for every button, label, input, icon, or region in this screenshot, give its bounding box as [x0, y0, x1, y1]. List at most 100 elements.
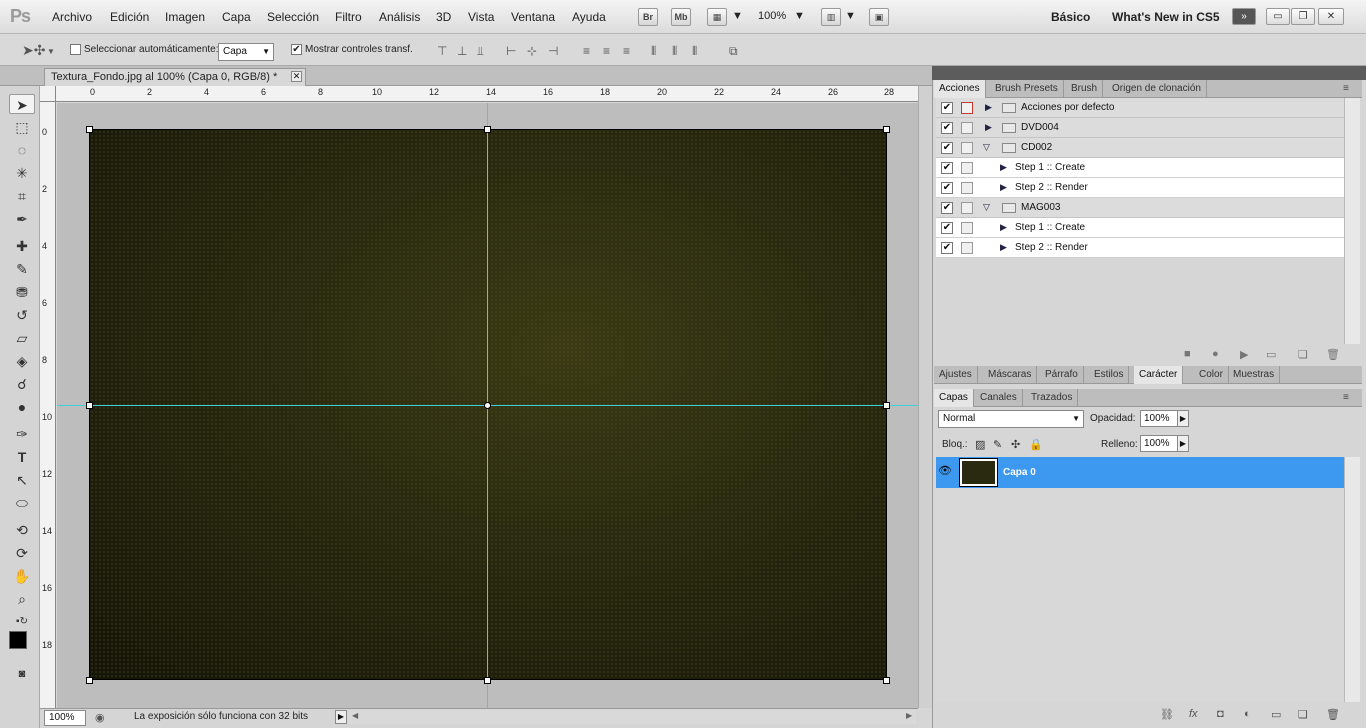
document-tab[interactable]: Textura_Fondo.jpg al 100% (Capa 0, RGB/8…	[44, 68, 306, 86]
dialog-toggle-icon[interactable]	[961, 122, 973, 134]
expand-triangle-icon[interactable]: ▶	[1000, 242, 1007, 253]
quick-mask-icon[interactable]: ◙	[9, 664, 35, 684]
clone-stamp-tool-icon[interactable]: ⛃	[9, 282, 35, 302]
eraser-tool-icon[interactable]: ▱	[9, 328, 35, 348]
move-tool-preset-icon[interactable]: ➤✣	[22, 42, 45, 59]
link-layers-icon[interactable]: ⛓	[1160, 708, 1174, 721]
dialog-toggle-icon[interactable]	[961, 242, 973, 254]
menu-3d[interactable]: 3D	[436, 10, 451, 24]
scroll-left-icon[interactable]: ◀	[352, 711, 358, 720]
menu-capa[interactable]: Capa	[222, 10, 251, 24]
transform-handle[interactable]	[883, 126, 890, 133]
close-button[interactable]: ✕	[1318, 8, 1344, 25]
collapse-triangle-icon[interactable]: ▽	[983, 142, 990, 153]
tab-origen-clonacion[interactable]: Origen de clonación	[1107, 80, 1207, 98]
dialog-toggle-icon[interactable]	[961, 102, 973, 114]
layers-panel-menu-icon[interactable]: ≡	[1343, 392, 1349, 403]
view-extras-button[interactable]: ▦	[707, 8, 727, 26]
ruler-origin[interactable]	[40, 86, 56, 102]
stop-recording-icon[interactable]: ■	[1184, 348, 1191, 360]
align-hcenter-icon[interactable]: ⊹	[527, 44, 537, 58]
canvas-vertical-scrollbar[interactable]	[918, 86, 932, 708]
zoom-tool-icon[interactable]: ⌕	[9, 589, 35, 609]
align-vcenter-icon[interactable]: ⊥	[457, 44, 467, 58]
expand-triangle-icon[interactable]: ▶	[985, 102, 992, 113]
workspace-basico[interactable]: Básico	[1051, 10, 1090, 24]
action-set-row[interactable]: ✔ ▽ MAG003	[936, 198, 1344, 218]
canvas-horizontal-scrollbar[interactable]	[348, 710, 916, 724]
expand-triangle-icon[interactable]: ▶	[1000, 222, 1007, 233]
mini-bridge-button[interactable]: Mb	[671, 8, 691, 26]
transform-handle[interactable]	[484, 126, 491, 133]
menu-imagen[interactable]: Imagen	[165, 10, 205, 24]
transform-center-point[interactable]	[484, 402, 491, 409]
actions-scrollbar[interactable]	[1344, 98, 1360, 344]
workspace-whats-new[interactable]: What's New in CS5	[1112, 10, 1220, 24]
more-workspaces-icon[interactable]: »	[1232, 8, 1256, 25]
dialog-toggle-icon[interactable]	[961, 162, 973, 174]
action-toggle-checkbox[interactable]: ✔	[941, 142, 953, 154]
menu-vista[interactable]: Vista	[468, 10, 494, 24]
action-toggle-checkbox[interactable]: ✔	[941, 122, 953, 134]
menu-analisis[interactable]: Análisis	[379, 10, 420, 24]
align-left-icon[interactable]: ⊢	[506, 44, 516, 58]
type-tool-icon[interactable]: T	[9, 447, 35, 467]
distribute-bottom-icon[interactable]: ≡	[623, 44, 630, 58]
action-set-row[interactable]: ✔ ▶ DVD004	[936, 118, 1344, 138]
status-menu-arrow-icon[interactable]: ▶	[335, 710, 347, 724]
distribute-vcenter-icon[interactable]: ≡	[603, 44, 610, 58]
lock-pixels-icon[interactable]: ✎	[993, 438, 1002, 451]
transform-handle[interactable]	[883, 677, 890, 684]
show-transform-checkbox[interactable]: ✔	[291, 44, 302, 55]
menu-ventana[interactable]: Ventana	[511, 10, 555, 24]
tab-mascaras[interactable]: Máscaras	[983, 366, 1038, 384]
dialog-toggle-icon[interactable]	[961, 222, 973, 234]
distribute-left-icon[interactable]: ⦀	[651, 44, 656, 59]
auto-select-checkbox[interactable]	[70, 44, 81, 55]
auto-align-icon[interactable]: ⧉	[729, 44, 738, 59]
actions-panel-menu-icon[interactable]: ≡	[1343, 83, 1349, 94]
document-tab-close-icon[interactable]: ✕	[291, 71, 302, 82]
adjustment-layer-icon[interactable]: ◐	[1244, 708, 1251, 720]
menu-edicion[interactable]: Edición	[110, 10, 149, 24]
preset-arrow-icon[interactable]: ▼	[47, 47, 55, 56]
tab-parrafo[interactable]: Párrafo	[1040, 366, 1084, 384]
layers-scrollbar[interactable]	[1344, 457, 1360, 702]
action-toggle-checkbox[interactable]: ✔	[941, 242, 953, 254]
action-step-row[interactable]: ✔ ▶ Step 2 :: Render	[936, 178, 1344, 198]
new-group-icon[interactable]: ▭	[1271, 708, 1281, 721]
transform-handle[interactable]	[86, 677, 93, 684]
menu-filtro[interactable]: Filtro	[335, 10, 362, 24]
arrange-arrow-icon[interactable]: ▼	[845, 10, 856, 22]
magic-wand-tool-icon[interactable]: ✳	[9, 163, 35, 183]
distribute-top-icon[interactable]: ≡	[583, 44, 590, 58]
opacity-field[interactable]: 100%	[1140, 410, 1178, 427]
panel-dock-header[interactable]	[932, 66, 1366, 80]
layer-name[interactable]: Capa 0	[1003, 467, 1036, 478]
crop-tool-icon[interactable]: ⌗	[9, 186, 35, 206]
align-bottom-icon[interactable]: ⫫	[477, 44, 484, 59]
3d-orbit-tool-icon[interactable]: ⟳	[9, 543, 35, 563]
zoom-arrow-icon[interactable]: ▼	[794, 10, 805, 22]
tab-estilos[interactable]: Estilos	[1089, 366, 1130, 384]
status-info-icon[interactable]: ◉	[95, 711, 105, 724]
expand-triangle-icon[interactable]: ▶	[1000, 182, 1007, 193]
action-toggle-checkbox[interactable]: ✔	[941, 182, 953, 194]
action-set-row[interactable]: ✔ ▶ Acciones por defecto	[936, 98, 1344, 118]
opacity-slider-arrow-icon[interactable]: ▶	[1177, 410, 1189, 427]
tab-canales[interactable]: Canales	[975, 389, 1023, 407]
expand-triangle-icon[interactable]: ▶	[985, 122, 992, 133]
tab-brush[interactable]: Brush	[1066, 80, 1104, 98]
pen-tool-icon[interactable]: ✑	[9, 424, 35, 444]
zoom-level-dropdown[interactable]: 100%	[758, 10, 786, 22]
action-step-row[interactable]: ✔ ▶ Step 2 :: Render	[936, 238, 1344, 258]
menu-ayuda[interactable]: Ayuda	[572, 10, 606, 24]
zoom-lens-tool-icon[interactable]: ●	[9, 397, 35, 417]
expand-triangle-icon[interactable]: ▶	[1000, 162, 1007, 173]
distribute-hcenter-icon[interactable]: ⦀	[672, 44, 677, 59]
transform-handle[interactable]	[883, 402, 890, 409]
history-brush-tool-icon[interactable]: ↺	[9, 305, 35, 325]
new-set-icon[interactable]: ▭	[1266, 348, 1276, 361]
lock-all-icon[interactable]: 🔒	[1029, 438, 1043, 451]
distribute-right-icon[interactable]: ⦀	[692, 44, 697, 59]
